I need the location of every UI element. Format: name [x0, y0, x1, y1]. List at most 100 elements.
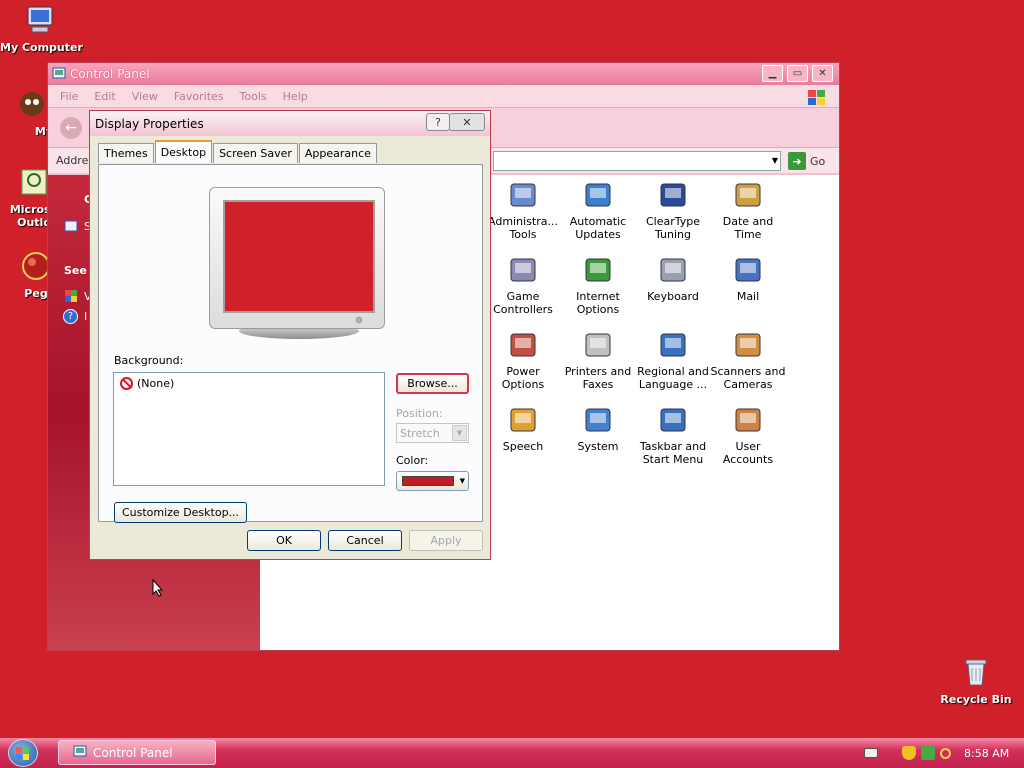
taskbar: Control Panel 8:58 AM — [0, 738, 1024, 768]
back-button[interactable]: ← — [60, 117, 82, 139]
address-field[interactable]: ▼ — [493, 151, 781, 171]
control-panel-item[interactable]: Internet Options — [557, 255, 639, 316]
taskbar-button-control-panel[interactable]: Control Panel — [58, 740, 216, 765]
system-icon — [582, 405, 614, 437]
maximize-button[interactable]: ▭ — [787, 65, 808, 82]
control-panel-item-label: Speech — [502, 440, 544, 453]
control-panel-item-label-2: Accounts — [722, 453, 774, 466]
tab-screen-saver[interactable]: Screen Saver — [213, 143, 298, 163]
ok-button[interactable]: OK — [247, 530, 321, 551]
color-picker-button[interactable]: ▼ — [396, 471, 469, 491]
control-panel-item[interactable]: Mail — [707, 255, 789, 303]
menu-edit[interactable]: Edit — [94, 90, 115, 103]
control-panel-item[interactable]: Administra... Tools — [482, 180, 564, 241]
menu-tools[interactable]: Tools — [240, 90, 267, 103]
control-panel-item-label: Scanners and — [710, 365, 786, 378]
dialog-titlebar[interactable]: Display Properties ? ✕ — [90, 111, 490, 136]
position-select[interactable]: Stretch ▼ — [396, 423, 469, 443]
desktop-icon-label: My Computer — [0, 41, 83, 54]
search-icon[interactable] — [940, 747, 951, 759]
control-panel-item-label-2: Language ... — [638, 378, 708, 391]
control-panel-item[interactable]: User Accounts — [707, 405, 789, 466]
admin-tools-icon — [507, 180, 539, 212]
control-panel-item[interactable]: ClearType Tuning — [632, 180, 714, 241]
apply-button[interactable]: Apply — [409, 530, 483, 551]
desktop-icon-label: Recycle Bin — [940, 693, 1012, 706]
keyboard-icon[interactable] — [864, 748, 878, 758]
control-panel-item[interactable]: Regional and Language ... — [632, 330, 714, 391]
game-controllers-icon — [507, 255, 539, 287]
windows-update-icon — [64, 289, 78, 306]
control-panel-icon — [52, 66, 66, 83]
background-list[interactable]: (None) — [113, 372, 385, 486]
none-icon — [120, 377, 133, 390]
dialog-title: Display Properties — [95, 116, 204, 131]
tab-desktop[interactable]: Desktop — [154, 140, 213, 163]
tab-appearance[interactable]: Appearance — [298, 143, 377, 163]
back-arrow-icon: ← — [65, 120, 77, 136]
control-panel-item[interactable]: Game Controllers — [482, 255, 564, 316]
control-panel-item[interactable]: Printers and Faxes — [557, 330, 639, 391]
scanners-cameras-icon — [732, 330, 764, 362]
control-panel-item-label: Administra... — [488, 215, 558, 228]
control-panel-item-label: Internet — [576, 290, 620, 303]
control-panel-item-label-2: Faxes — [582, 378, 614, 391]
chevron-down-icon: ▼ — [452, 425, 467, 441]
control-panel-item[interactable]: System — [557, 405, 639, 453]
network-icon[interactable] — [921, 746, 935, 760]
control-panel-icon — [73, 744, 87, 761]
desktop-icon-my-computer[interactable]: My Computer — [0, 4, 83, 54]
background-label: Background: — [114, 354, 184, 367]
customize-desktop-button[interactable]: Customize Desktop... — [114, 502, 247, 523]
control-panel-item[interactable]: Power Options — [482, 330, 564, 391]
dialog-close-button[interactable]: ✕ — [449, 113, 485, 131]
control-panel-item-label: Keyboard — [647, 290, 699, 303]
control-panel-item-label: System — [577, 440, 619, 453]
control-panel-item[interactable]: Scanners and Cameras — [707, 330, 789, 391]
list-item-label: (None) — [137, 377, 175, 390]
minimize-button[interactable]: ▁ — [762, 65, 783, 82]
menu-favorites[interactable]: Favorites — [174, 90, 224, 103]
system-tray: 8:58 AM — [854, 738, 1024, 768]
recycle-bin-icon — [960, 656, 992, 688]
list-item[interactable]: (None) — [120, 377, 174, 390]
control-panel-item-label: Taskbar and — [639, 440, 707, 453]
menu-view[interactable]: View — [132, 90, 158, 103]
control-panel-item[interactable]: Keyboard — [632, 255, 714, 303]
desktop-icon-recycle-bin[interactable]: Recycle Bin — [936, 656, 1016, 706]
go-button[interactable]: ➜ Go — [788, 152, 825, 170]
mypal-icon — [16, 88, 48, 120]
security-shield-icon[interactable] — [902, 746, 916, 760]
control-panel-item-label: Mail — [736, 290, 760, 303]
control-panel-item-label: Power — [506, 365, 540, 378]
cancel-button[interactable]: Cancel — [328, 530, 402, 551]
control-panel-item-label-2: Tools — [509, 228, 537, 241]
control-panel-item-label: ClearType — [645, 215, 701, 228]
regional-language-icon — [657, 330, 689, 362]
browse-button[interactable]: Browse... — [396, 373, 469, 394]
control-panel-item-label: Regional and — [637, 365, 709, 378]
control-panel-item[interactable]: Speech — [482, 405, 564, 453]
control-panel-item[interactable]: Taskbar and Start Menu — [632, 405, 714, 466]
chevron-down-icon: ▼ — [459, 477, 465, 485]
task-pane-fragment[interactable]: I — [84, 310, 87, 323]
position-label: Position: — [396, 407, 443, 420]
close-button[interactable]: ✕ — [812, 65, 833, 82]
speech-icon — [507, 405, 539, 437]
menu-help[interactable]: Help — [283, 90, 308, 103]
address-label: Addre — [56, 154, 89, 167]
control-panel-item-label-2: Options — [501, 378, 545, 391]
control-panel-item-label: Printers and — [564, 365, 632, 378]
tab-themes[interactable]: Themes — [98, 143, 154, 163]
start-button[interactable] — [8, 739, 38, 767]
control-panel-item-label-2: Tuning — [654, 228, 691, 241]
control-panel-item-label-2: Time — [734, 228, 762, 241]
control-panel-item[interactable]: Date and Time — [707, 180, 789, 241]
clock[interactable]: 8:58 AM — [964, 747, 1009, 760]
control-panel-item[interactable]: Automatic Updates — [557, 180, 639, 241]
chevron-down-icon[interactable]: ▼ — [772, 156, 778, 165]
help-button[interactable]: ? — [426, 113, 450, 131]
menu-file[interactable]: File — [60, 90, 78, 103]
monitor-screen-preview — [223, 200, 375, 313]
control-panel-titlebar[interactable]: Control Panel ▁ ▭ ✕ — [48, 63, 839, 85]
